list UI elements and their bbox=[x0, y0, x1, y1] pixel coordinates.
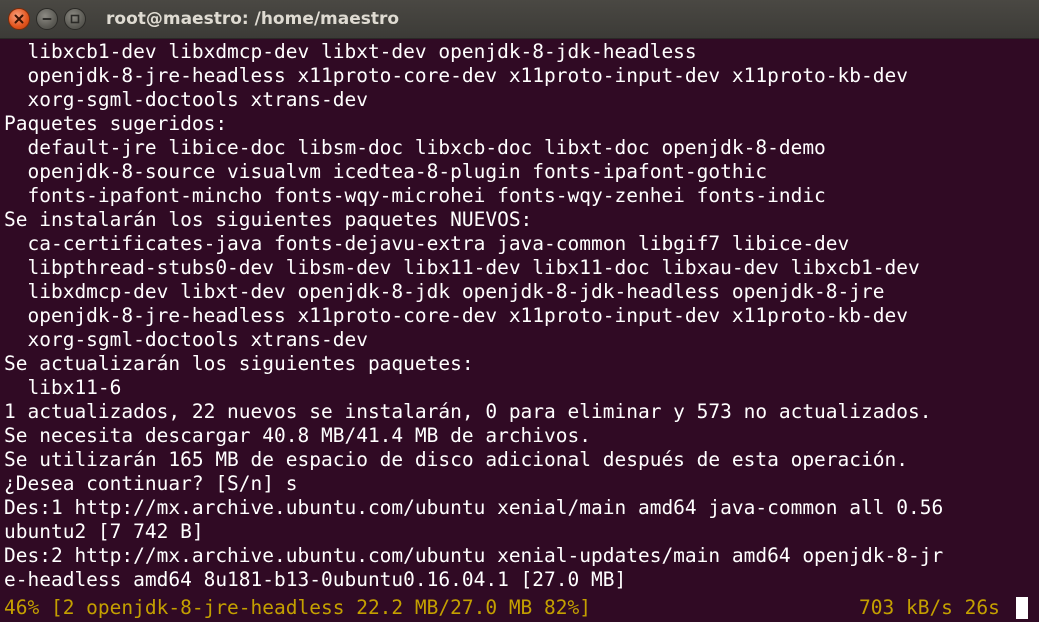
minimize-icon bbox=[42, 18, 52, 20]
terminal-line: Paquetes sugeridos: bbox=[4, 112, 228, 135]
terminal-line: Se instalarán los siguientes paquetes NU… bbox=[4, 208, 533, 231]
terminal-line: ca-certificates-java fonts-dejavu-extra … bbox=[4, 232, 850, 255]
terminal-line: Des:1 http://mx.archive.ubuntu.com/ubunt… bbox=[4, 496, 944, 519]
terminal-line: xorg-sgml-doctools xtrans-dev bbox=[4, 88, 368, 111]
terminal-output[interactable]: libxcb1-dev libxdmcp-dev libxt-dev openj… bbox=[0, 39, 1039, 622]
minimize-button[interactable] bbox=[36, 8, 58, 30]
terminal-line: ¿Desea continuar? [S/n] s bbox=[4, 472, 298, 495]
terminal-line: Se necesita descargar 40.8 MB/41.4 MB de… bbox=[4, 424, 591, 447]
maximize-icon bbox=[70, 14, 80, 24]
terminal-line: Des:2 http://mx.archive.ubuntu.com/ubunt… bbox=[4, 544, 944, 567]
terminal-line: default-jre libice-doc libsm-doc libxcb-… bbox=[4, 136, 826, 159]
terminal-line: openjdk-8-jre-headless x11proto-core-dev… bbox=[4, 304, 908, 327]
terminal-line: fonts-ipafont-mincho fonts-wqy-microhei … bbox=[4, 184, 826, 207]
maximize-button[interactable] bbox=[64, 8, 86, 30]
terminal-line: openjdk-8-jre-headless x11proto-core-dev… bbox=[4, 64, 908, 87]
download-progress-line: 46% [2 openjdk-8-jre-headless 22.2 MB/27… bbox=[4, 596, 1039, 620]
close-button[interactable] bbox=[8, 8, 30, 30]
window-title: root@maestro: /home/maestro bbox=[106, 9, 400, 29]
close-icon bbox=[14, 14, 24, 24]
progress-status: 46% [2 openjdk-8-jre-headless 22.2 MB/27… bbox=[4, 596, 591, 619]
terminal-line: xorg-sgml-doctools xtrans-dev bbox=[4, 328, 368, 351]
progress-rate: 703 kB/s 26s bbox=[859, 596, 1000, 619]
terminal-line: Se utilizarán 165 MB de espacio de disco… bbox=[4, 448, 908, 471]
terminal-line: e-headless amd64 8u181-b13-0ubuntu0.16.0… bbox=[4, 568, 627, 591]
terminal-line: openjdk-8-source visualvm icedtea-8-plug… bbox=[4, 160, 768, 183]
text-cursor bbox=[1016, 597, 1028, 619]
terminal-line: 1 actualizados, 22 nuevos se instalarán,… bbox=[4, 400, 932, 423]
title-bar[interactable]: root@maestro: /home/maestro bbox=[0, 0, 1039, 39]
terminal-line: ubuntu2 [7 742 B] bbox=[4, 520, 204, 543]
terminal-window: root@maestro: /home/maestro libxcb1-dev … bbox=[0, 0, 1039, 622]
terminal-line: Se actualizarán los siguientes paquetes: bbox=[4, 352, 474, 375]
terminal-line: libx11-6 bbox=[4, 376, 122, 399]
terminal-line: libxdmcp-dev libxt-dev openjdk-8-jdk ope… bbox=[4, 280, 885, 303]
terminal-line: libpthread-stubs0-dev libsm-dev libx11-d… bbox=[4, 256, 920, 279]
terminal-line: libxcb1-dev libxdmcp-dev libxt-dev openj… bbox=[4, 40, 697, 63]
